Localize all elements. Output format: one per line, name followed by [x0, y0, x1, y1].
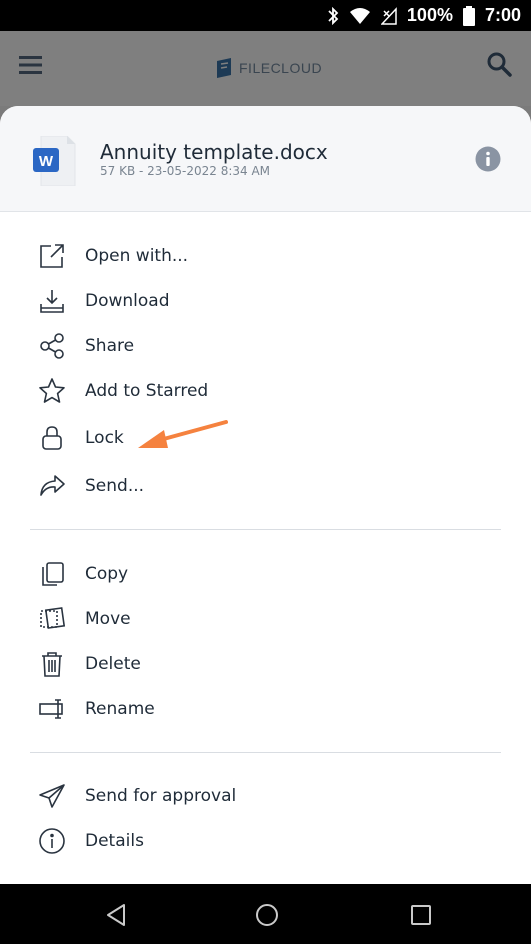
download-icon — [38, 287, 66, 315]
trash-icon — [38, 650, 66, 678]
menu-item-open-with[interactable]: Open with... — [0, 235, 531, 277]
menu-item-rename[interactable]: Rename — [0, 688, 531, 730]
wifi-icon — [349, 7, 371, 25]
menu-item-label: Delete — [85, 654, 141, 674]
file-name: Annuity template.docx — [100, 140, 328, 164]
word-document-icon: W — [33, 135, 77, 187]
menu-item-send-for-approval[interactable]: Send for approval — [0, 775, 531, 817]
status-bar: 100% 7:00 — [0, 0, 531, 31]
clock: 7:00 — [484, 5, 521, 25]
home-icon[interactable] — [254, 902, 280, 928]
logo-text: FILECLOUD — [239, 60, 323, 76]
bluetooth-icon — [327, 6, 339, 25]
file-actions-sheet: W Annuity template.docx 57 KB - 23-05-20… — [0, 106, 531, 884]
menu-item-label: Download — [85, 291, 170, 311]
menu-item-label: Details — [85, 831, 144, 851]
menu-item-label: Open with... — [85, 246, 189, 266]
menu-item-label: Copy — [85, 564, 129, 584]
file-info-icon[interactable] — [475, 146, 501, 172]
file-meta: 57 KB - 23-05-2022 8:34 AM — [100, 164, 271, 178]
back-icon[interactable] — [104, 902, 130, 928]
menu-item-label: Rename — [85, 699, 155, 719]
menu-item-label: Lock — [85, 428, 124, 448]
rename-icon — [38, 695, 66, 723]
menu-item-copy[interactable]: Copy — [0, 553, 531, 595]
app-bar: FILECLOUD — [0, 31, 531, 106]
menu-item-details[interactable]: Details — [0, 820, 531, 862]
signal-icon — [380, 6, 397, 25]
file-header: W Annuity template.docx 57 KB - 23-05-20… — [0, 106, 531, 212]
share-icon — [38, 332, 66, 360]
star-icon — [38, 377, 66, 405]
hamburger-menu-icon[interactable] — [19, 55, 43, 75]
filecloud-logo-icon — [217, 58, 231, 78]
battery-icon — [462, 5, 475, 26]
svg-text:W: W — [39, 153, 54, 170]
search-icon[interactable] — [486, 51, 512, 77]
menu-item-delete[interactable]: Delete — [0, 643, 531, 685]
menu-item-download[interactable]: Download — [0, 280, 531, 322]
divider — [30, 529, 501, 530]
menu-item-send[interactable]: Send... — [0, 465, 531, 507]
menu-item-move[interactable]: Move — [0, 598, 531, 640]
move-icon — [38, 605, 66, 633]
menu-item-label: Move — [85, 609, 131, 629]
menu-item-add-to-starred[interactable]: Add to Starred — [0, 370, 531, 412]
menu-item-label: Share — [85, 336, 135, 356]
battery-percent: 100% — [406, 5, 453, 25]
info-circle-icon — [38, 827, 66, 855]
menu-item-share[interactable]: Share — [0, 325, 531, 367]
recents-icon[interactable] — [408, 902, 434, 928]
filecloud-logo: FILECLOUD — [215, 57, 322, 79]
lock-icon — [38, 424, 66, 452]
copy-icon — [38, 560, 66, 588]
send-icon — [38, 472, 66, 500]
menu-item-lock[interactable]: Lock — [0, 417, 531, 459]
divider — [30, 752, 501, 753]
open-with-icon — [38, 242, 66, 270]
menu-item-label: Send... — [85, 476, 145, 496]
paper-plane-icon — [38, 782, 66, 810]
menu-item-label: Send for approval — [85, 786, 237, 806]
menu-item-label: Add to Starred — [85, 381, 209, 401]
navigation-bar — [0, 884, 531, 944]
annotation-arrow-icon — [134, 418, 232, 454]
